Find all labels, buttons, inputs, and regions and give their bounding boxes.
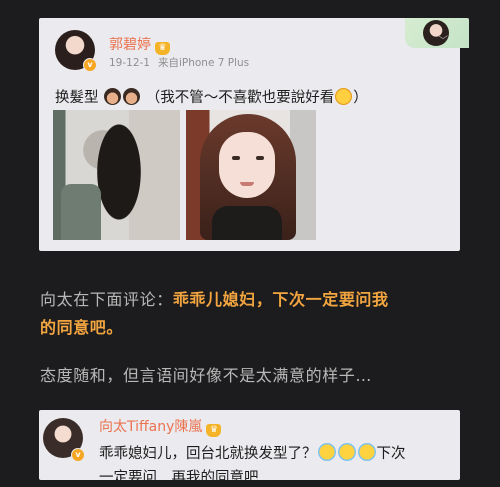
crown-icon: ♛ [155, 42, 170, 55]
article-line-1: 向太在下面评论：乖乖儿媳妇，下次一定要问我 [40, 286, 389, 310]
post-meta: 19-12-1 来自iPhone 7 Plus [109, 55, 249, 70]
card-decoration-badge [405, 18, 469, 48]
post-date: 19-12-1 [109, 57, 150, 69]
verified-badge-icon: v [83, 58, 97, 72]
chevron-down-icon[interactable]: ﹀ [438, 32, 448, 47]
post-text-prefix: 换髮型 [55, 90, 99, 106]
author-name[interactable]: 郭碧婷 ♛ [109, 34, 170, 55]
reply-author-name[interactable]: 向太Tiffany陳嵐 ♛ [99, 416, 222, 437]
reply-text-main: 乖乖媳妇儿，回台北就换发型了？ [99, 446, 317, 462]
photo-stylist-figure [61, 184, 101, 240]
reply-text-tail: 下次 [376, 446, 406, 462]
emoji-yum-icon [335, 88, 353, 105]
article-line-1-highlight: 乖乖儿媳妇，下次一定要问我 [172, 290, 389, 309]
weibo-post-card: v 郭碧婷 ♛ 19-12-1 来自iPhone 7 Plus ﹀ 换髮型 （我不管… [39, 18, 469, 251]
photo-face [219, 132, 275, 198]
reply-author-name-text: 向太Tiffany陳嵐 [99, 419, 203, 435]
photo-shirt [212, 206, 282, 240]
article-line-3: 态度随和，但言语间好像不是太满意的样子… [40, 366, 373, 385]
reply-text: 乖乖媳妇儿，回台北就换发型了？ 下次 [99, 442, 406, 463]
post-source: 来自iPhone 7 Plus [157, 57, 250, 69]
article-line-2-highlight: 的同意吧。 [40, 318, 124, 337]
post-photo-haircut[interactable] [53, 110, 180, 240]
emoji-boy-icon [104, 88, 122, 105]
crown-icon: ♛ [206, 424, 222, 437]
reply-text-line-2: 一定要问…再我的同意吧 [99, 470, 259, 486]
emoji-boy-icon [123, 88, 141, 105]
emoji-cry-icon [337, 443, 356, 461]
photo-eye [232, 156, 240, 160]
author-name-text: 郭碧婷 [109, 37, 151, 53]
post-text: 换髮型 （我不管～不喜歡也要說好看 ） [55, 86, 368, 107]
article-line-1-plain: 向太在下面评论： [40, 290, 173, 309]
article-line-2: 的同意吧。 [40, 314, 123, 338]
photo-eye [256, 156, 264, 160]
post-text-close: ） [353, 90, 368, 106]
photo-mouth [240, 182, 254, 186]
verified-badge-icon: v [71, 448, 85, 462]
post-photo-selfie[interactable] [186, 110, 316, 240]
emoji-cry-icon [357, 443, 376, 461]
emoji-cry-icon [317, 443, 336, 461]
post-text-suffix: （我不管～不喜歡也要說好看 [145, 90, 335, 106]
